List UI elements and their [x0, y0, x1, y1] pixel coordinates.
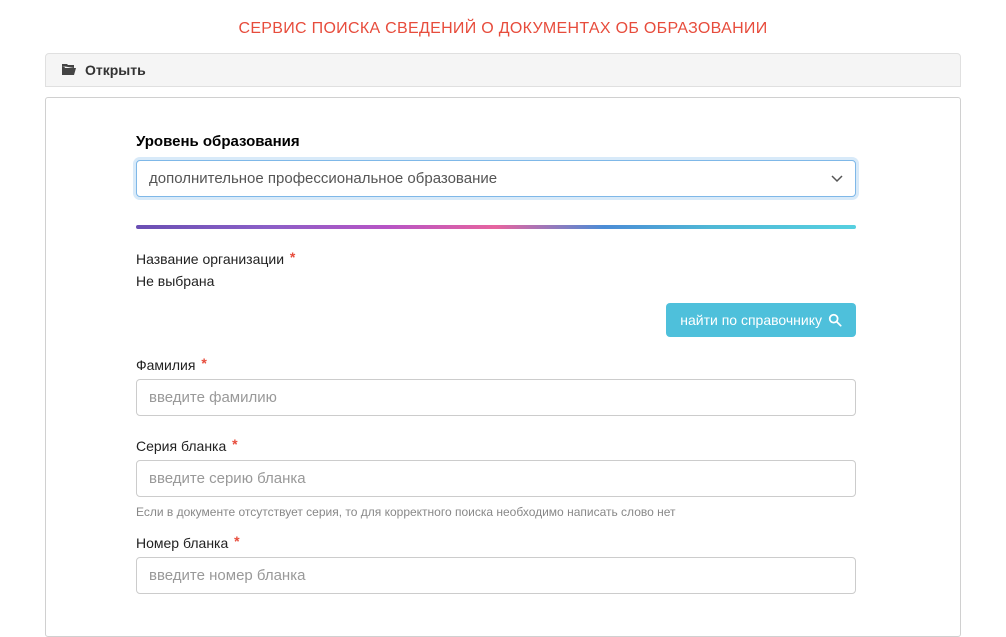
folder-open-icon — [61, 63, 77, 77]
required-star-icon: * — [290, 249, 295, 265]
organization-value: Не выбрана — [136, 273, 856, 289]
surname-label-text: Фамилия — [136, 357, 195, 373]
org-button-row: найти по справочнику — [136, 303, 856, 337]
search-icon — [828, 313, 842, 327]
blank-series-help: Если в документе отсутствует серия, то д… — [136, 505, 856, 519]
blank-series-label: Серия бланка * — [136, 438, 856, 454]
page-title: СЕРВИС ПОИСКА СВЕДЕНИЙ О ДОКУМЕНТАХ ОБ О… — [0, 0, 1006, 53]
blank-number-label: Номер бланка * — [136, 535, 856, 551]
surname-input[interactable] — [136, 379, 856, 416]
education-level-select-wrap: дополнительное профессиональное образова… — [136, 160, 856, 197]
open-bar-label: Открыть — [85, 62, 146, 78]
education-level-select[interactable]: дополнительное профессиональное образова… — [136, 160, 856, 197]
required-star-icon: * — [232, 436, 237, 452]
surname-group: Фамилия * — [136, 357, 856, 422]
organization-group: Название организации * Не выбрана найти … — [136, 251, 856, 337]
blank-series-input[interactable] — [136, 460, 856, 497]
form-container: Уровень образования дополнительное профе… — [136, 133, 856, 600]
blank-series-group: Серия бланка * Если в документе отсутств… — [136, 438, 856, 519]
search-directory-button[interactable]: найти по справочнику — [666, 303, 856, 337]
blank-number-group: Номер бланка * — [136, 535, 856, 600]
organization-label-text: Название организации — [136, 251, 284, 267]
education-level-label: Уровень образования — [136, 133, 856, 150]
organization-label: Название организации * — [136, 251, 856, 267]
open-bar[interactable]: Открыть — [45, 53, 961, 87]
blank-number-input[interactable] — [136, 557, 856, 594]
required-star-icon: * — [201, 355, 206, 371]
content-frame: Уровень образования дополнительное профе… — [45, 97, 961, 637]
blank-series-label-text: Серия бланка — [136, 438, 226, 454]
section-divider — [136, 225, 856, 229]
search-directory-button-label: найти по справочнику — [680, 312, 822, 328]
surname-label: Фамилия * — [136, 357, 856, 373]
required-star-icon: * — [234, 533, 239, 549]
blank-number-label-text: Номер бланка — [136, 535, 228, 551]
